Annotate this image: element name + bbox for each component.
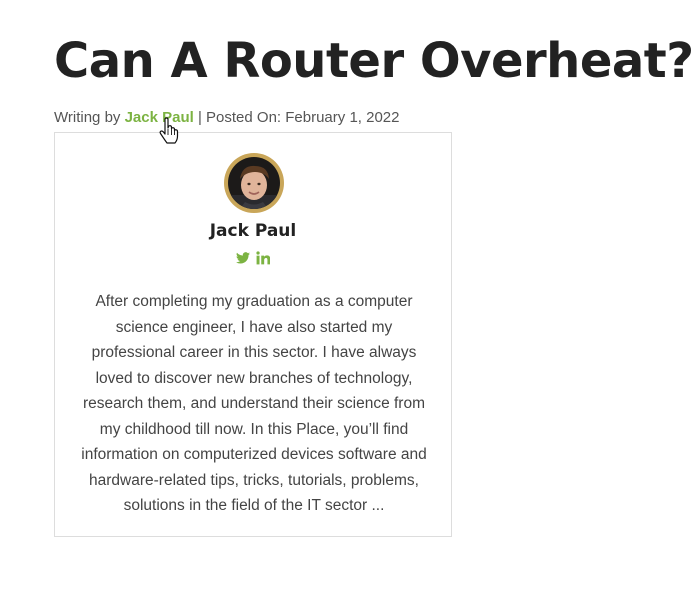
hand-pointer-icon [159,117,179,144]
post-date: February 1, 2022 [285,109,400,126]
meta-separator: | [193,109,207,126]
post-meta: Writing by Jack Paul | Posted On: Februa… [54,108,400,128]
linkedin-icon [256,251,271,265]
social-links [55,251,451,265]
posted-label: Posted On: [206,109,286,126]
twitter-link[interactable] [236,252,250,264]
author-box: Jack Paul After completing my graduation… [54,132,452,537]
twitter-icon [236,252,250,264]
author-bio: After completing my graduation as a comp… [81,293,427,514]
linkedin-link[interactable] [256,251,271,265]
avatar-photo [228,157,280,209]
meta-prefix: Writing by [54,109,125,126]
author-name: Jack Paul [209,221,297,241]
avatar [224,153,284,213]
post-title: Can A Router Overheat? [54,33,694,89]
